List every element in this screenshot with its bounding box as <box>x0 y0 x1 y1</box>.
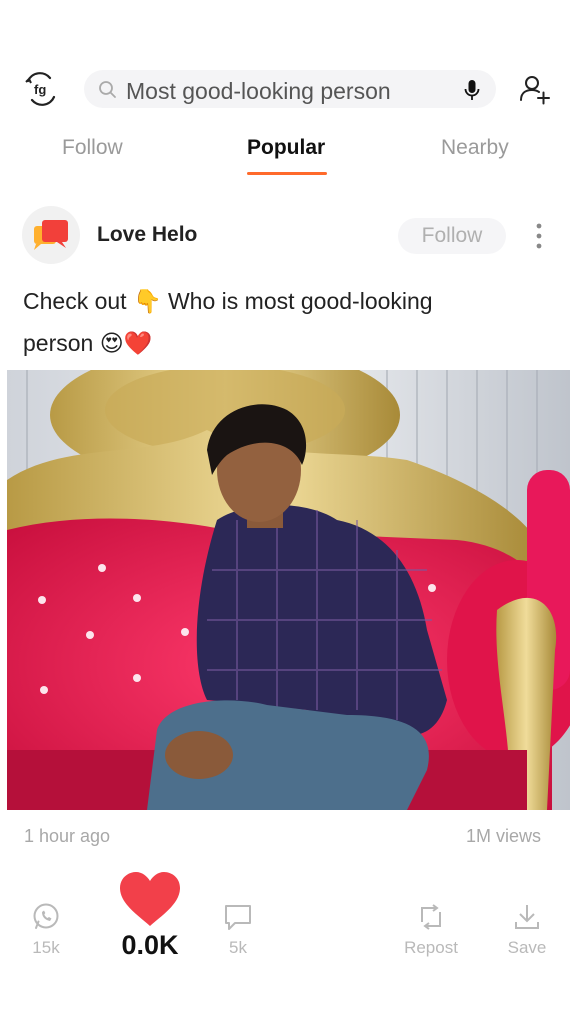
repost-icon <box>421 904 441 930</box>
follow-button[interactable]: Follow <box>398 218 506 254</box>
like-count: 0.0K <box>121 930 179 960</box>
view-count: 1M views <box>466 826 542 846</box>
helo-logo-icon[interactable]: fg <box>22 72 60 106</box>
add-user-icon[interactable] <box>518 72 552 106</box>
share-whatsapp-button[interactable]: 15k <box>24 902 68 958</box>
caption-line-1: Check out 👇 Who is most good-looking <box>23 288 433 314</box>
repost-label: Repost <box>404 938 458 957</box>
feed-tabs: Follow Popular Nearby <box>0 132 576 182</box>
repost-button[interactable]: Repost <box>398 902 464 958</box>
tab-popular[interactable]: Popular <box>247 136 325 160</box>
save-button[interactable]: Save <box>503 902 551 958</box>
save-label: Save <box>507 938 547 957</box>
more-options-icon[interactable] <box>528 220 550 252</box>
share-count: 15k <box>32 938 60 957</box>
tab-follow[interactable]: Follow <box>62 136 123 160</box>
search-bar[interactable]: Most good-looking person <box>84 70 496 108</box>
avatar[interactable] <box>22 206 80 264</box>
post-photo[interactable] <box>7 370 570 810</box>
comment-button[interactable]: 5k <box>218 902 258 958</box>
download-icon <box>515 905 539 929</box>
heart-icon <box>120 872 180 926</box>
comment-icon <box>225 905 251 930</box>
post-time: 1 hour ago <box>24 826 111 846</box>
post-caption: Check out 👇 Who is most good-looking per… <box>23 280 543 364</box>
active-tab-indicator <box>247 172 327 175</box>
caption-line-2: person 😍❤️ <box>23 330 153 356</box>
author-name[interactable]: Love Helo <box>97 223 197 247</box>
search-query-text[interactable]: Most good-looking person <box>126 78 391 105</box>
microphone-icon[interactable] <box>462 78 482 102</box>
like-button[interactable]: 0.0K <box>108 870 192 961</box>
comment-count: 5k <box>229 938 247 957</box>
top-bar: fg Most good-looking person <box>0 64 576 114</box>
search-icon <box>99 81 116 98</box>
whatsapp-icon <box>33 903 59 929</box>
love-helo-logo-icon <box>34 220 68 250</box>
tab-nearby[interactable]: Nearby <box>441 136 509 160</box>
svg-text:fg: fg <box>34 82 46 97</box>
